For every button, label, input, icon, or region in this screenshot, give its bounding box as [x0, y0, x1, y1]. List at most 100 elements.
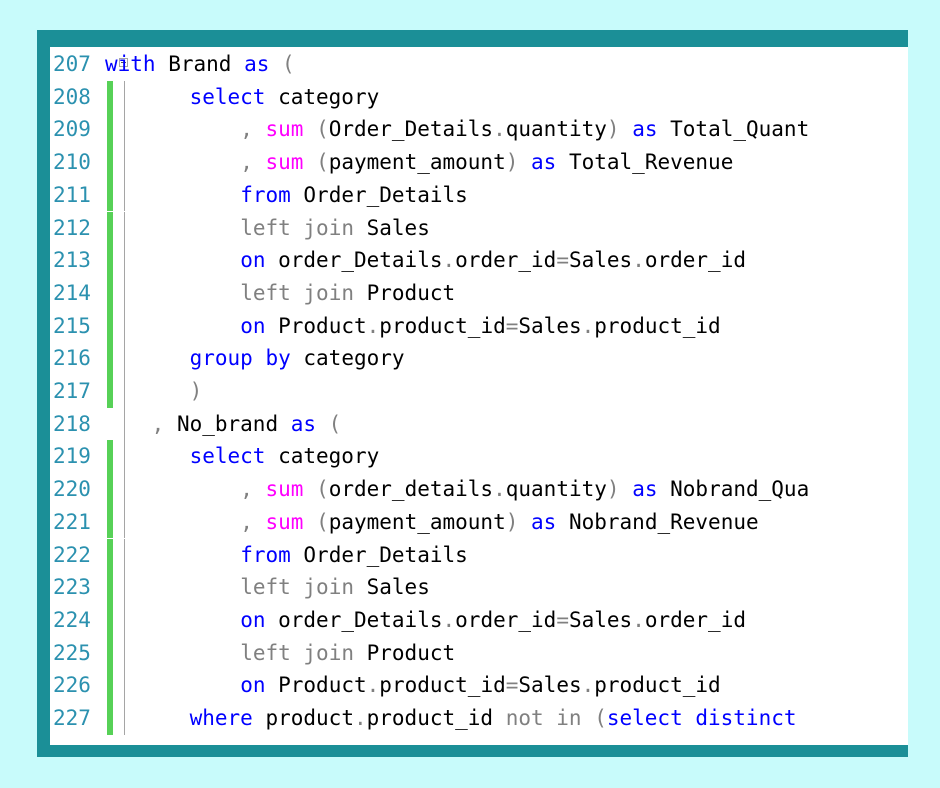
code-editor[interactable]: 207 with Brand as (208 select category 209,…	[50, 47, 908, 745]
code-token: quantity	[505, 477, 607, 502]
code-token: =	[556, 248, 569, 273]
line-number: 207	[53, 52, 91, 76]
code-text: on order_Details.order_id=Sales.order_id	[240, 244, 746, 277]
code-token: as	[619, 477, 658, 502]
code-line[interactable]: 207 with Brand as (	[50, 48, 908, 81]
code-token: .	[493, 117, 506, 142]
line-number: 213	[53, 248, 91, 273]
code-token: ,	[151, 411, 177, 436]
code-token: ,	[240, 117, 266, 142]
code-token: ,	[240, 509, 266, 534]
code-token: category	[265, 444, 380, 469]
code-line[interactable]: 210, sum (payment_amount) as Total_Reven…	[50, 146, 908, 179]
code-text: on Product.product_id=Sales.product_id	[240, 310, 721, 343]
change-indicator-bar	[107, 178, 113, 212]
code-line[interactable]: 219 select category	[50, 440, 908, 474]
code-token: on	[240, 607, 266, 632]
code-token: as	[518, 509, 557, 534]
code-line[interactable]: 218, No_brand as (	[50, 407, 908, 441]
fold-guide-line	[124, 407, 125, 441]
change-indicator-bar	[107, 113, 113, 147]
fold-guide-line	[124, 440, 125, 474]
code-token: )	[189, 379, 203, 403]
code-text: on Product.product_id=Sales.product_id	[240, 669, 721, 702]
code-token: product_id	[379, 313, 506, 338]
code-token: on	[240, 673, 266, 698]
code-token: (	[303, 117, 329, 142]
line-number: 212	[53, 215, 91, 240]
code-token: Order_Details	[290, 542, 468, 567]
code-token: left join	[240, 280, 354, 305]
code-text: left join Sales	[240, 212, 430, 245]
code-line[interactable]: 215 on Product.product_id=Sales.product_i…	[50, 309, 908, 343]
code-token: payment_amount	[328, 150, 506, 175]
change-indicator-bar	[107, 342, 113, 375]
code-token: Total_Revenue	[556, 150, 734, 175]
code-text: left join Product	[240, 637, 455, 670]
fold-guide-line	[124, 505, 125, 539]
code-token: Nobrand_Revenue	[556, 509, 759, 534]
code-token: )	[505, 150, 519, 175]
code-line[interactable]: 227 where product.product_id not in (sele…	[50, 702, 908, 735]
code-token: quantity	[505, 117, 607, 142]
code-token: order_id	[644, 607, 746, 632]
change-indicator-bar	[107, 538, 113, 572]
code-token: on	[240, 313, 266, 338]
line-number: 224	[53, 607, 91, 632]
code-line[interactable]: 226 on Product.product_id=Sales.product_i…	[50, 669, 908, 702]
code-line[interactable]: 220, sum (order_details.quantity) as Nob…	[50, 473, 908, 506]
code-token: .	[493, 477, 506, 502]
fold-guide-line	[124, 309, 125, 343]
change-indicator-bar	[107, 636, 113, 670]
code-token: from	[240, 542, 291, 567]
code-line[interactable]: 216 group by category	[50, 342, 908, 375]
code-token: Product	[353, 280, 456, 305]
code-token: sum	[265, 509, 304, 534]
code-text: group by category	[190, 342, 405, 375]
code-token: product_id	[594, 673, 721, 698]
code-token: left join	[240, 640, 354, 665]
fold-guide-line	[124, 211, 125, 245]
line-number: 211	[53, 182, 91, 207]
change-indicator-bar	[107, 669, 113, 702]
code-token: product_id	[379, 673, 506, 698]
code-line[interactable]: 222 from Order_Details	[50, 538, 908, 572]
fold-guide-line	[124, 146, 125, 179]
code-token: Total_Quant	[657, 117, 810, 142]
code-text: where product.product_id not in (select …	[190, 702, 797, 735]
code-token: .	[442, 248, 456, 273]
code-line[interactable]: 223 left join Sales	[50, 571, 908, 604]
fold-guide-line	[124, 571, 125, 604]
code-token: order_id	[644, 248, 746, 273]
code-text: , sum (Order_Details.quantity) as Total_…	[240, 113, 809, 146]
code-token: Product	[265, 313, 367, 338]
code-token: with	[105, 52, 156, 76]
code-token: product	[252, 706, 354, 730]
code-line[interactable]: 221, sum (payment_amount) as Nobrand_Rev…	[50, 505, 908, 539]
line-number: 217	[53, 379, 91, 403]
fold-guide-line	[124, 603, 125, 637]
code-line[interactable]: 211 from Order_Details	[50, 178, 908, 212]
code-token: where	[189, 706, 253, 730]
code-token: Nobrand_Qua	[657, 477, 810, 502]
code-token: (	[303, 477, 329, 502]
code-line[interactable]: 212 left join Sales	[50, 211, 908, 245]
code-token: (	[303, 509, 329, 534]
code-line[interactable]: 217)	[50, 375, 908, 408]
change-indicator-bar	[107, 440, 113, 474]
code-line[interactable]: 208 select category	[50, 80, 908, 114]
line-number: 227	[53, 706, 91, 730]
code-line[interactable]: 214 left join Product	[50, 276, 908, 310]
code-line[interactable]: 225 left join Product	[50, 636, 908, 670]
screenshot-frame: 207 with Brand as (208 select category 209,…	[37, 30, 908, 757]
code-token: left join	[240, 575, 354, 600]
code-line[interactable]: 213 on order_Details.order_id=Sales.order…	[50, 244, 908, 277]
code-line[interactable]: 224 on order_Details.order_id=Sales.order…	[50, 603, 908, 637]
code-token: Sales	[353, 575, 430, 600]
code-line[interactable]: 209, sum (Order_Details.quantity) as Tot…	[50, 113, 908, 147]
change-indicator-bar	[107, 146, 113, 179]
code-token: =	[505, 673, 519, 698]
fold-guide-line	[124, 636, 125, 670]
code-token: as	[619, 117, 658, 142]
code-token: order_id	[455, 607, 557, 632]
